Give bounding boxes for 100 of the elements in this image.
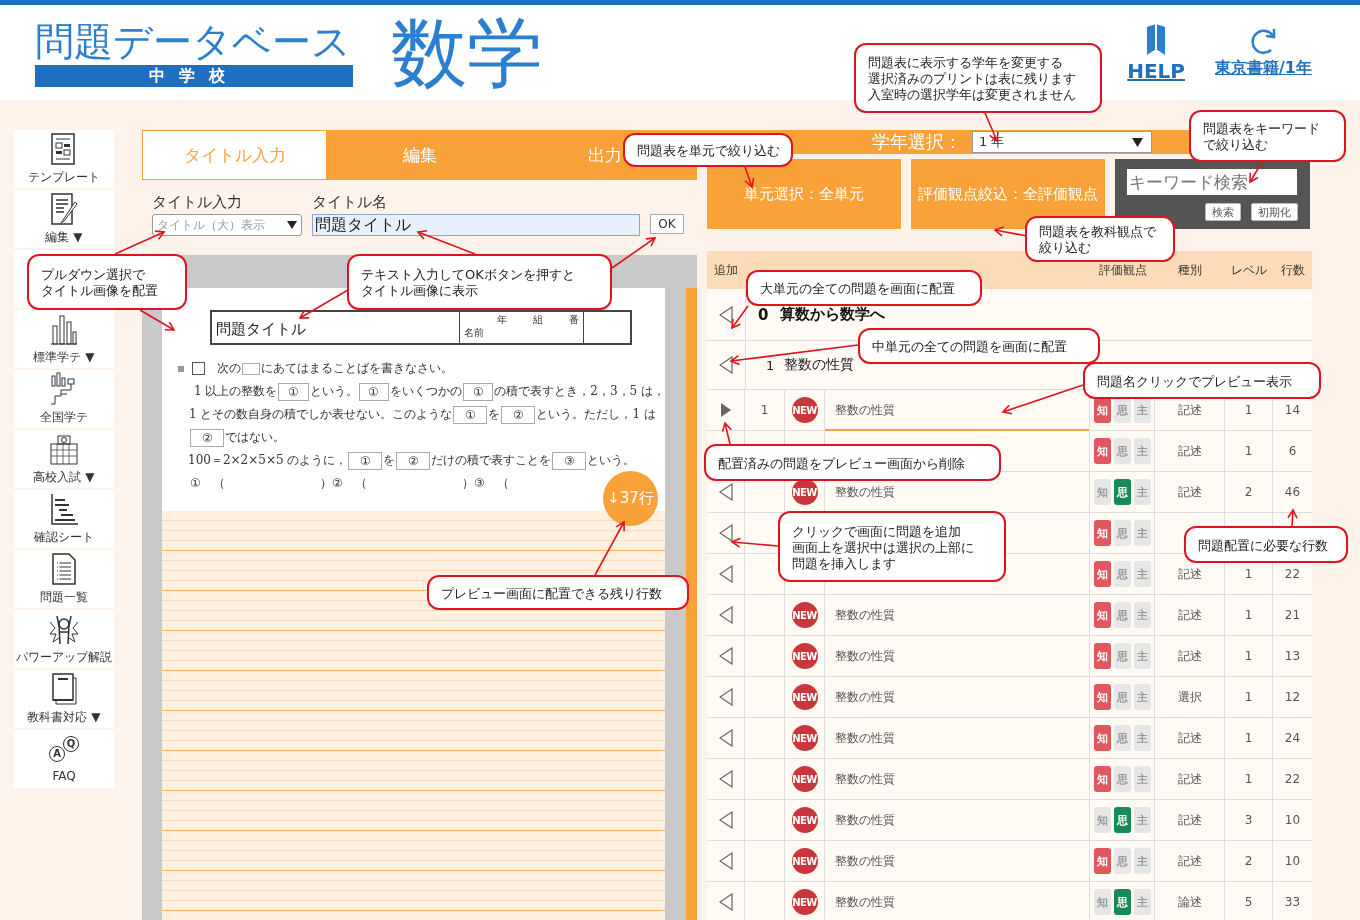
question-text: という。ただし，1 は xyxy=(536,406,656,423)
eval-badge: 主 xyxy=(1133,807,1151,833)
question-text: 1 とその数自身の積でしか表せない。このような xyxy=(189,406,453,423)
add-button[interactable] xyxy=(718,893,733,911)
table-cell: 記述 xyxy=(1177,565,1202,583)
question-text: ） xyxy=(320,475,332,492)
column-header: 種別 xyxy=(1178,261,1202,279)
question-name-link[interactable]: 整数の性質 xyxy=(835,401,895,419)
question-name-link[interactable]: 整数の性質 xyxy=(835,729,895,747)
add-button[interactable] xyxy=(718,606,733,624)
sidebar-item[interactable]: テンプレート xyxy=(14,130,114,188)
tooltip-text: 選択済みのプリントは表に残ります xyxy=(868,71,1076,87)
sidebar-item[interactable]: 編集 ▼ xyxy=(14,190,114,248)
title-input[interactable]: 問題タイトル xyxy=(312,214,640,236)
sidebar-item[interactable]: 全国学テ xyxy=(14,370,114,428)
new-badge: NEW xyxy=(791,848,818,874)
question-text: 100＝2×2×5×5 のように， xyxy=(188,452,348,469)
question-text: という。 xyxy=(587,452,636,469)
eval-badge: 思 xyxy=(1113,725,1131,751)
answer-blank xyxy=(242,362,260,375)
field-label: タイトル入力 xyxy=(152,193,243,212)
add-button[interactable] xyxy=(718,688,733,706)
question-name-link[interactable]: 整数の性質 xyxy=(835,770,895,788)
sidebar-item[interactable]: 教科書対応 ▼ xyxy=(14,670,114,728)
add-button[interactable] xyxy=(718,483,733,501)
unit-title[interactable]: 算数から数学へ xyxy=(780,305,886,324)
table-cell: 記述 xyxy=(1177,401,1202,419)
eval-badge: 知 xyxy=(1093,479,1111,505)
add-button[interactable] xyxy=(719,305,733,324)
name-label: 名前 xyxy=(464,326,484,340)
add-button[interactable] xyxy=(718,852,733,870)
table-cell: 24 xyxy=(1284,731,1301,745)
add-button[interactable] xyxy=(718,811,733,829)
ok-button[interactable]: OK xyxy=(650,214,684,234)
table-cell: 46 xyxy=(1284,485,1301,499)
sidebar-item[interactable]: 標準学テ ▼ xyxy=(14,310,114,368)
answer-blank: ① xyxy=(453,405,488,424)
tooltip-text: 大単元の全ての問題を画面に配置 xyxy=(760,281,955,297)
remove-button[interactable] xyxy=(719,402,732,418)
publisher-link[interactable]: 東京書籍/1年 xyxy=(1215,26,1312,79)
sidebar-item[interactable]: 問題一覧 xyxy=(14,550,114,608)
question-name-link[interactable]: 整数の性質 xyxy=(835,852,895,870)
tooltip-text: クリックで画面に問題を追加 xyxy=(792,523,961,540)
preview-title: 問題タイトル xyxy=(216,320,306,339)
add-button[interactable] xyxy=(718,770,733,788)
question-name-link[interactable]: 整数の性質 xyxy=(835,606,895,624)
field-label: タイトル名 xyxy=(312,193,388,212)
add-button[interactable] xyxy=(718,729,733,747)
scrollbar[interactable] xyxy=(686,288,697,920)
eval-badge: 知 xyxy=(1093,766,1111,792)
logo-subtitle: 中学校 xyxy=(35,64,353,87)
class-label: 組 xyxy=(533,313,543,327)
eval-badge: 主 xyxy=(1133,889,1151,915)
reset-button[interactable]: 初期化 xyxy=(1251,203,1298,221)
answer-blank: ② xyxy=(396,451,431,470)
add-button[interactable] xyxy=(718,647,733,665)
table-cell: 14 xyxy=(1284,403,1301,417)
add-button[interactable] xyxy=(719,356,733,374)
question-name-link[interactable]: 整数の性質 xyxy=(835,688,895,706)
question-text: という。 xyxy=(309,383,358,400)
sidebar-item[interactable]: 確認シート xyxy=(14,490,114,548)
eval-badge: 主 xyxy=(1133,438,1151,464)
question-name-link[interactable]: 整数の性質 xyxy=(835,893,895,911)
sidebar-item[interactable]: パワーアップ解説 xyxy=(14,610,114,668)
logo-text: 問題データベース xyxy=(35,18,352,65)
question-text: をいくつかの xyxy=(390,383,462,400)
new-badge: NEW xyxy=(791,643,818,669)
table-cell: 1 xyxy=(1244,731,1253,745)
eval-badge: 主 xyxy=(1133,848,1151,874)
keyword-field[interactable]: キーワード検索 xyxy=(1127,169,1297,195)
eval-badge: 知 xyxy=(1093,684,1111,710)
column-header: 評価観点 xyxy=(1098,261,1147,279)
table-cell: 1 xyxy=(1244,403,1253,417)
eval-badge: 思 xyxy=(1113,520,1131,546)
eval-badge: 思 xyxy=(1113,602,1131,628)
sidebar-item[interactable]: 高校入試 ▼ xyxy=(14,430,114,488)
question-text: を xyxy=(488,406,501,423)
question-name-link[interactable]: 整数の性質 xyxy=(835,811,895,829)
table-cell: 12 xyxy=(1284,690,1301,704)
table-cell: 2 xyxy=(1244,485,1253,499)
help-link[interactable]: HELP xyxy=(1127,22,1185,83)
class-label: 年 xyxy=(497,313,507,327)
question-text: にあてはまることばを書きなさい。 xyxy=(261,360,453,377)
table-cell: 1 xyxy=(760,403,769,417)
new-badge: NEW xyxy=(791,602,818,628)
table-cell: 1 xyxy=(1244,772,1253,786)
answer-blank: ② xyxy=(190,428,224,447)
question-name-link[interactable]: 整数の性質 xyxy=(835,647,895,665)
search-button[interactable]: 検索 xyxy=(1205,203,1241,221)
question-name-link[interactable]: 整数の性質 xyxy=(835,483,895,501)
add-button[interactable] xyxy=(718,524,733,542)
eval-badge: 思 xyxy=(1113,766,1131,792)
tooltip-text: プルダウン選択で xyxy=(41,267,145,283)
add-button[interactable] xyxy=(718,565,733,583)
sidebar-item[interactable]: A Q FAQ xyxy=(14,730,114,788)
subunit-title[interactable]: 整数の性質 xyxy=(784,356,855,374)
table-cell: 1 xyxy=(1244,608,1253,622)
eval-badge: 主 xyxy=(1133,766,1151,792)
answer-blank: ① xyxy=(278,382,309,401)
table-cell: 22 xyxy=(1284,772,1301,786)
